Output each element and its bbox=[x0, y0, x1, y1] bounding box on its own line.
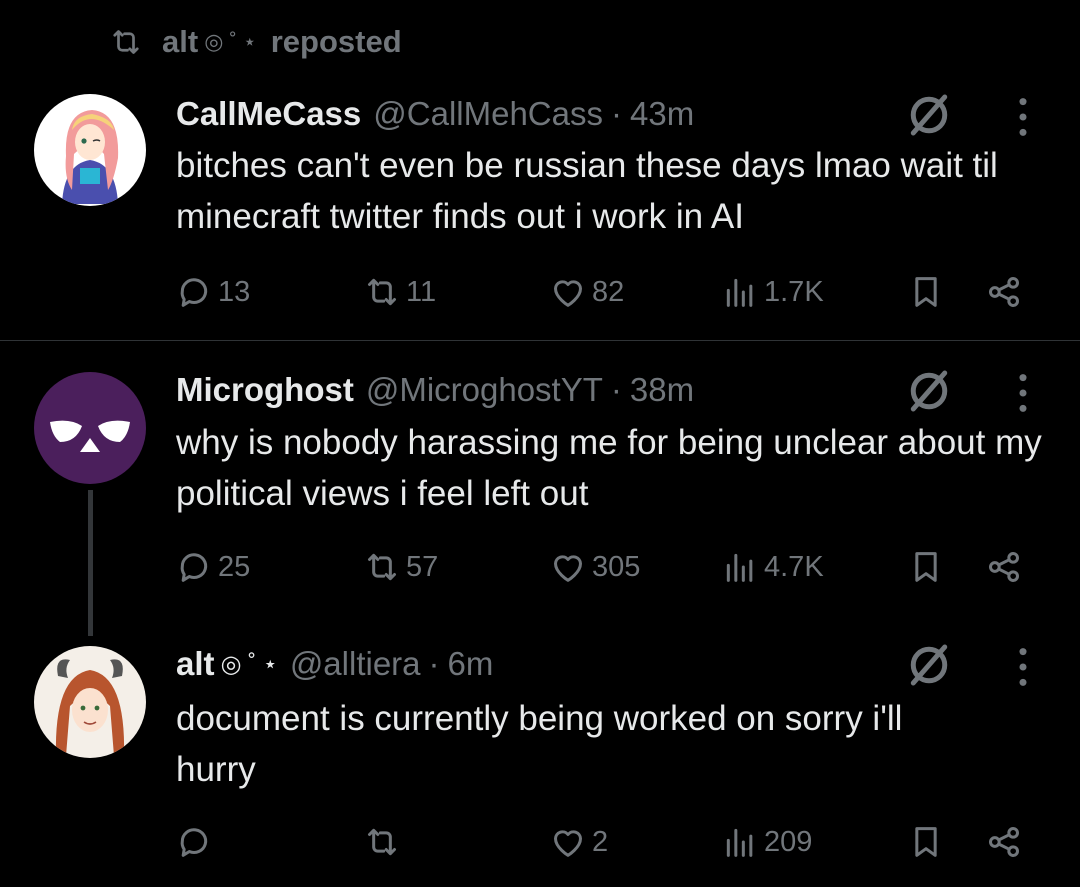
avatar[interactable] bbox=[34, 646, 146, 758]
divider bbox=[0, 340, 1080, 341]
tweet-actions: 2 209 bbox=[0, 820, 1080, 864]
share-button[interactable] bbox=[984, 270, 1024, 314]
repost-indicator[interactable]: alt ◎ ˚ ⋆ reposted bbox=[104, 22, 402, 62]
bookmark-button[interactable] bbox=[906, 545, 946, 589]
tweet-header: CallMeCass @CallMehCass · 43m bbox=[176, 92, 694, 136]
more-options-icon[interactable] bbox=[1013, 645, 1033, 689]
repost-count: 57 bbox=[406, 550, 439, 583]
repost-label: reposted bbox=[270, 24, 402, 59]
user-handle[interactable]: @CallMehCass bbox=[373, 95, 603, 133]
repost-icon bbox=[362, 822, 402, 862]
views-button[interactable]: 4.7K bbox=[720, 545, 824, 589]
like-button[interactable]: 2 bbox=[548, 820, 608, 864]
view-count: 4.7K bbox=[764, 550, 824, 583]
view-count: 209 bbox=[764, 825, 813, 858]
share-icon bbox=[984, 822, 1024, 862]
tweet-text: why is nobody harassing me for being unc… bbox=[176, 423, 1042, 513]
tweet-text: document is currently being worked on so… bbox=[176, 699, 903, 789]
timestamp[interactable]: 43m bbox=[630, 95, 694, 133]
tweet-actions: 25 57 305 4.7K bbox=[0, 545, 1080, 589]
display-name[interactable]: CallMeCass bbox=[176, 95, 361, 133]
bookmark-icon bbox=[906, 822, 946, 862]
more-options-icon[interactable] bbox=[1013, 371, 1033, 415]
bookmark-icon bbox=[906, 547, 946, 587]
user-handle[interactable]: @MicroghostYT bbox=[366, 371, 603, 409]
bookmark-icon bbox=[906, 272, 946, 312]
tweet-header: Microghost @MicroghostYT · 38m bbox=[176, 368, 694, 412]
user-handle[interactable]: @alltiera bbox=[290, 645, 421, 683]
tweet-header: alt ◎ ˚ ⋆ @alltiera · 6m bbox=[176, 642, 493, 686]
repost-icon bbox=[104, 24, 148, 60]
heart-icon bbox=[548, 272, 588, 312]
views-icon bbox=[720, 822, 760, 862]
grok-icon[interactable] bbox=[902, 364, 956, 418]
reply-icon bbox=[174, 547, 214, 587]
bookmark-button[interactable] bbox=[906, 820, 946, 864]
reply-count: 25 bbox=[218, 550, 251, 583]
timestamp[interactable]: 38m bbox=[630, 371, 694, 409]
like-button[interactable]: 305 bbox=[548, 545, 640, 589]
grok-icon[interactable] bbox=[902, 638, 956, 692]
share-icon bbox=[984, 547, 1024, 587]
tweet-actions: 13 11 82 1.7K bbox=[0, 270, 1080, 314]
avatar[interactable] bbox=[34, 372, 146, 484]
display-name[interactable]: alt bbox=[176, 645, 215, 683]
views-button[interactable]: 1.7K bbox=[720, 270, 824, 314]
share-button[interactable] bbox=[984, 545, 1024, 589]
view-count: 1.7K bbox=[764, 275, 824, 308]
reply-button[interactable]: 25 bbox=[174, 545, 250, 589]
display-name[interactable]: Microghost bbox=[176, 371, 354, 409]
repost-button[interactable] bbox=[362, 820, 406, 864]
reply-button[interactable]: 13 bbox=[174, 270, 250, 314]
separator-dot: · bbox=[610, 371, 622, 408]
separator-dot: · bbox=[611, 95, 622, 132]
tweet-text: bitches can't even be russian these days… bbox=[176, 146, 998, 236]
repost-button[interactable]: 11 bbox=[362, 270, 436, 314]
reply-icon bbox=[174, 272, 214, 312]
repost-user-symbols: ◎ ˚ ⋆ bbox=[204, 29, 257, 54]
views-icon bbox=[720, 547, 760, 587]
heart-icon bbox=[548, 547, 588, 587]
more-options-icon[interactable] bbox=[1013, 95, 1033, 139]
grok-icon[interactable] bbox=[902, 88, 956, 142]
reply-icon bbox=[174, 822, 214, 862]
like-count: 82 bbox=[592, 275, 625, 308]
views-icon bbox=[720, 272, 760, 312]
heart-icon bbox=[548, 822, 588, 862]
separator-dot: · bbox=[428, 645, 440, 682]
repost-icon bbox=[362, 272, 402, 312]
views-button[interactable]: 209 bbox=[720, 820, 812, 864]
name-symbols: ◎ ˚ ⋆ bbox=[220, 650, 278, 678]
repost-button[interactable]: 57 bbox=[362, 545, 438, 589]
share-button[interactable] bbox=[984, 820, 1024, 864]
like-button[interactable]: 82 bbox=[548, 270, 624, 314]
like-count: 305 bbox=[592, 550, 641, 583]
repost-count: 11 bbox=[406, 275, 437, 308]
reply-count: 13 bbox=[218, 275, 251, 308]
repost-icon bbox=[362, 547, 402, 587]
reply-button[interactable] bbox=[174, 820, 218, 864]
timestamp[interactable]: 6m bbox=[448, 645, 494, 683]
like-count: 2 bbox=[592, 825, 609, 858]
share-icon bbox=[984, 272, 1024, 312]
repost-user[interactable]: alt bbox=[162, 24, 198, 60]
bookmark-button[interactable] bbox=[906, 270, 946, 314]
avatar[interactable] bbox=[34, 94, 146, 206]
